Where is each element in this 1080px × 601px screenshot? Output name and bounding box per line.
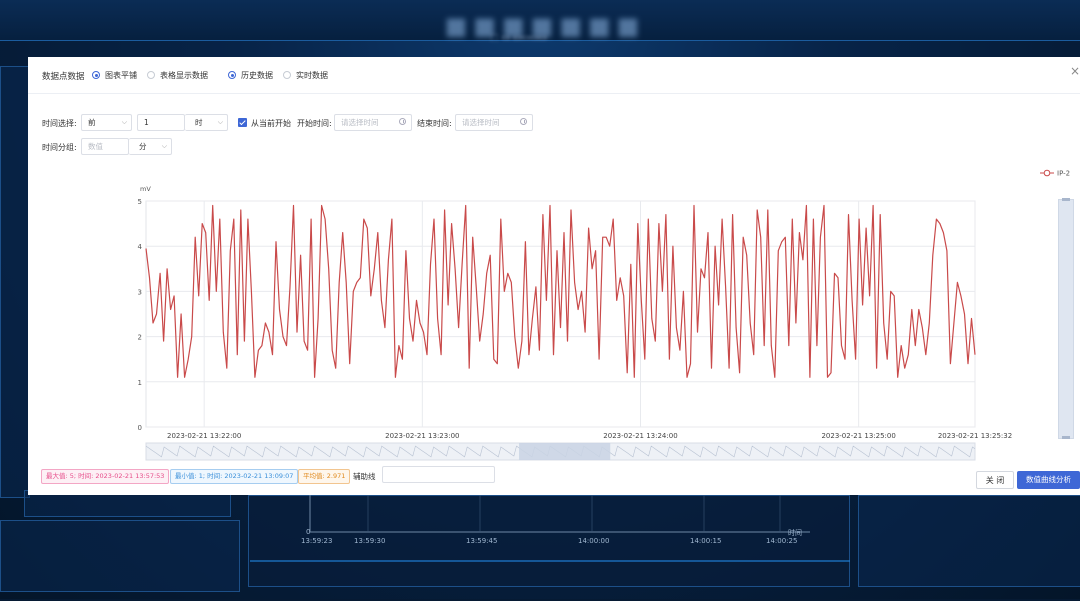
y-tick-label: 4 bbox=[138, 243, 143, 251]
data-point-dialog: 数据点数据 图表平铺 表格显示数据 历史数据 实时数据 × 时间选择: 前 ⌵ … bbox=[28, 57, 1080, 495]
y-axis-label: mV bbox=[140, 185, 151, 193]
legend-label-ip-2: IP-2 bbox=[1057, 170, 1070, 178]
background-time-tick: 13:59:23 bbox=[301, 537, 333, 545]
background-axis-zero: 0 bbox=[306, 528, 311, 536]
avg-value-badge: 平均值: 2.971 bbox=[298, 469, 351, 484]
max-value-badge: 最大值: 5; 时间: 2023-02-21 13:57:53 bbox=[41, 469, 170, 484]
background-axis-unit: 时间 bbox=[788, 529, 802, 537]
background-time-tick: 14:00:25 bbox=[766, 537, 798, 545]
y-tick-label: 1 bbox=[138, 379, 142, 387]
min-value-badge: 最小值: 1; 时间: 2023-02-21 13:09:07 bbox=[170, 469, 299, 484]
zoom-slider-window[interactable] bbox=[519, 443, 611, 460]
x-tick-label: 2023-02-21 13:22:00 bbox=[167, 432, 241, 440]
dashboard-left-lower-panel bbox=[0, 520, 240, 592]
curve-analysis-button[interactable]: 数值曲线分析 bbox=[1017, 471, 1080, 489]
close-button[interactable]: 关 闭 bbox=[976, 471, 1014, 489]
background-time-tick: 13:59:45 bbox=[466, 537, 498, 545]
legend-marker bbox=[1043, 169, 1051, 177]
x-tick-label: 2023-02-21 13:24:00 bbox=[603, 432, 677, 440]
x-tick-label: 2023-02-21 13:25:32 bbox=[938, 432, 1012, 440]
line-chart: 0 1 2 3 4 5 mV 2023-02-21 13:22:00 2023-02-21 13… bbox=[138, 169, 1070, 461]
dashboard-bottom-frame bbox=[250, 560, 850, 601]
x-tick-label: 2023-02-21 13:25:00 bbox=[821, 432, 895, 440]
y-tick-label: 3 bbox=[138, 288, 142, 296]
background-time-tick: 14:00:15 bbox=[690, 537, 722, 545]
background-time-tick: 14:00:00 bbox=[578, 537, 610, 545]
y-tick-label: 0 bbox=[138, 424, 142, 432]
vertical-slider-handle-bottom[interactable] bbox=[1062, 436, 1070, 439]
dashboard-right-panel bbox=[858, 495, 1080, 587]
vertical-slider-handle-top[interactable] bbox=[1062, 198, 1070, 201]
x-tick-label: 2023-02-21 13:23:00 bbox=[385, 432, 459, 440]
dashboard-header-control[interactable]: ⬚ ▭ ▭▭▭▭ bbox=[490, 33, 547, 43]
vertical-zoom-slider[interactable] bbox=[1058, 199, 1074, 439]
aux-line-input[interactable] bbox=[382, 466, 495, 483]
dashboard-background-chart bbox=[309, 495, 810, 533]
aux-line-label: 辅助线 bbox=[353, 472, 376, 481]
dashboard-left-panel bbox=[0, 66, 30, 498]
background-time-tick: 13:59:30 bbox=[354, 537, 386, 545]
y-tick-label: 5 bbox=[138, 198, 142, 206]
y-tick-label: 2 bbox=[138, 334, 142, 342]
